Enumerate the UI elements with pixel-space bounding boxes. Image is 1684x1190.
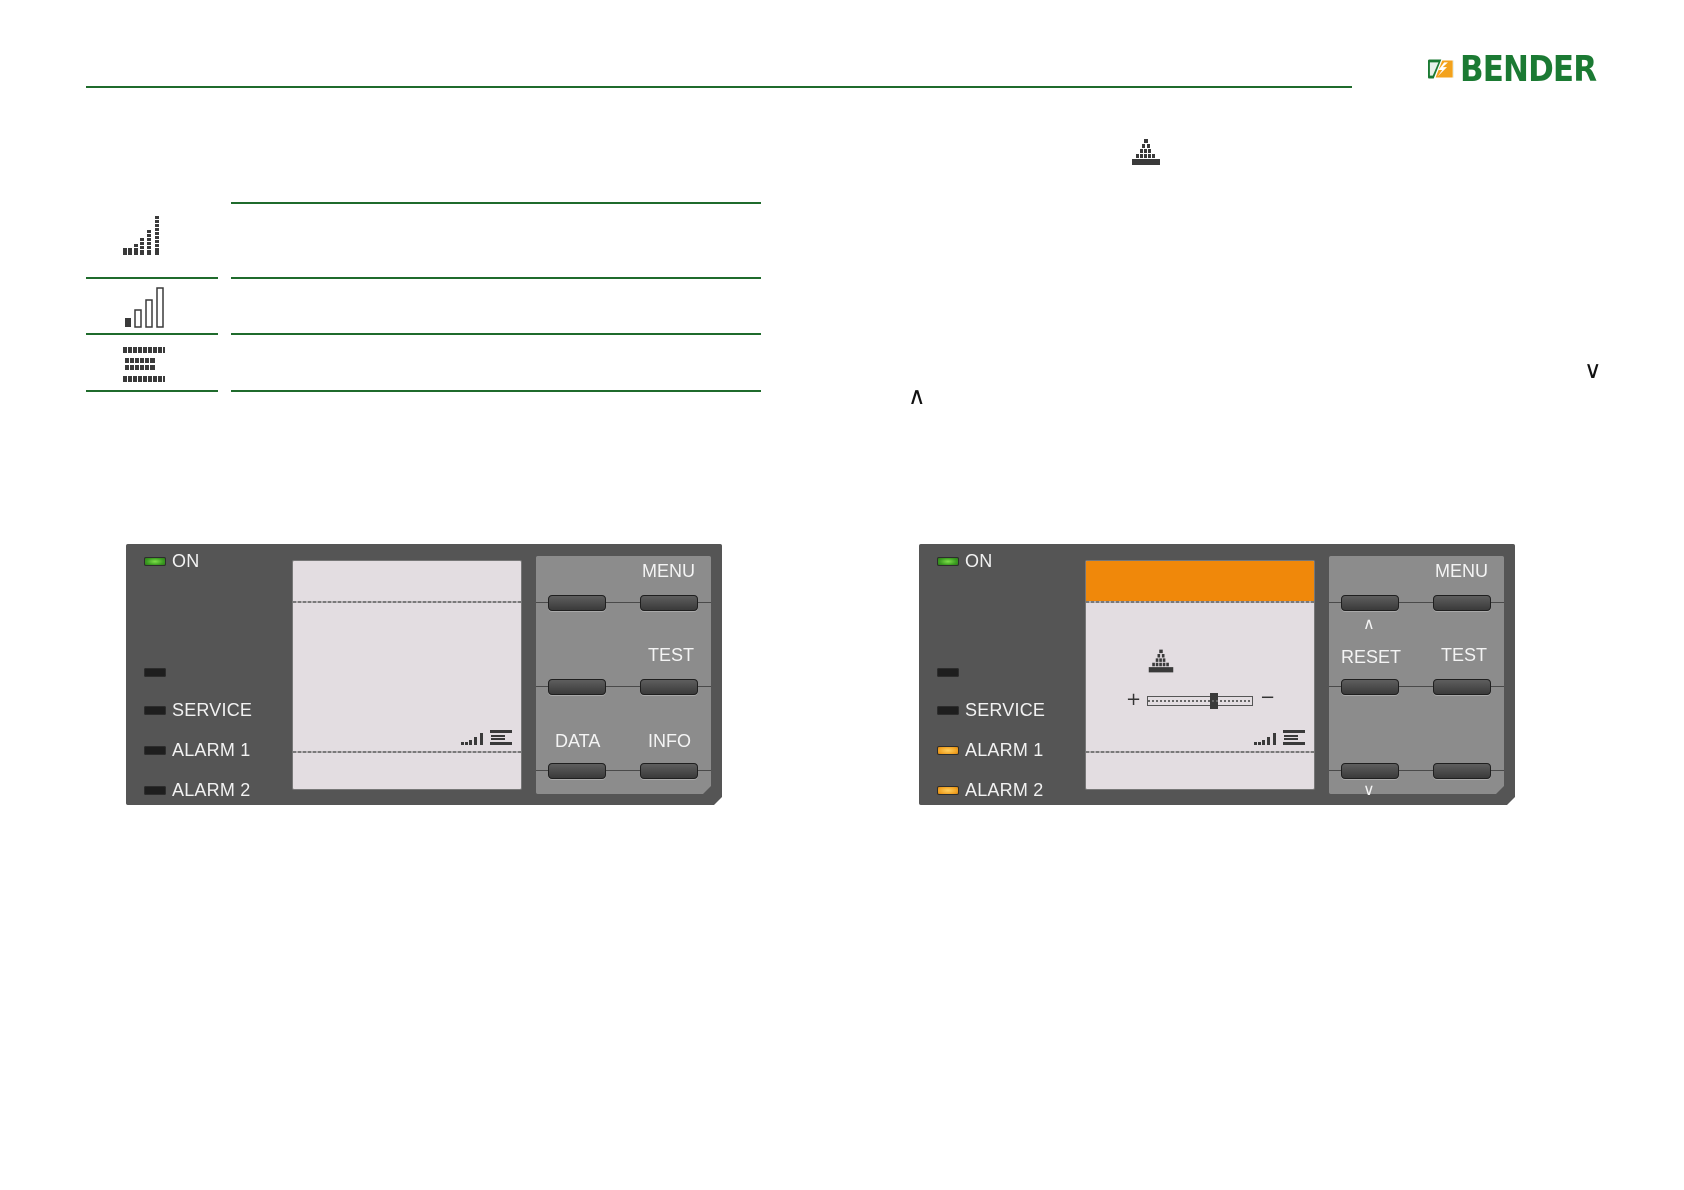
data-key-label: DATA: [555, 731, 601, 751]
lcd-grid-icon: [490, 730, 512, 745]
led-indicator-icon: [144, 785, 166, 795]
led-unlabeled: [144, 662, 172, 682]
led-indicator-icon: [144, 705, 166, 715]
led-alarm-1: ALARM 1: [144, 740, 250, 760]
test-button[interactable]: [1433, 679, 1491, 695]
led-service: SERVICE: [937, 700, 1045, 720]
key-bottom-right-button[interactable]: [1433, 763, 1491, 779]
up-button[interactable]: [1341, 595, 1399, 611]
table-rule: [86, 390, 218, 392]
lcd-plus-sign: +: [1126, 689, 1142, 710]
outline-bar-graph-icon: [125, 287, 164, 328]
menu-button[interactable]: [1433, 595, 1491, 611]
led-label: ALARM 1: [172, 739, 251, 760]
dotted-grid-icon: [123, 347, 165, 382]
led-label: ALARM 2: [965, 779, 1044, 800]
lcd-minus-sign: −: [1260, 687, 1276, 708]
led-unlabeled: [937, 662, 965, 682]
led-indicator-icon: [937, 745, 959, 755]
menu-key-label: MENU: [642, 561, 695, 581]
dotted-bar-graph-icon: [123, 216, 159, 255]
info-key-label: INFO: [648, 731, 691, 751]
table-rule: [86, 277, 218, 279]
test-key-label: TEST: [1441, 645, 1488, 665]
data-button[interactable]: [548, 763, 606, 779]
lcd-divider: [293, 601, 521, 603]
led-indicator-icon: [937, 556, 959, 566]
led-alarm-1: ALARM 1: [937, 740, 1043, 760]
lcd-alert-bar: [1086, 561, 1314, 601]
device-panel-left: ON SERVICE ALARM 1 ALARM 2 MENU TEST DAT…: [126, 544, 722, 805]
key-top-left-button[interactable]: [548, 595, 606, 611]
reset-button[interactable]: [1341, 679, 1399, 695]
lcd-signal-bars-icon: [461, 733, 483, 745]
table-rule: [231, 277, 761, 279]
led-service: SERVICE: [144, 700, 252, 720]
key-middle-left-button[interactable]: [548, 679, 606, 695]
lcd-grid-icon: [1283, 730, 1305, 745]
led-alarm-2: ALARM 2: [144, 780, 250, 800]
keypad: MENU TEST DATA INFO: [536, 556, 711, 794]
arrow-down-symbol: ∨: [1584, 356, 1602, 384]
menu-button[interactable]: [640, 595, 698, 611]
led-indicator-icon: [937, 705, 959, 715]
bender-logo-icon: [1428, 59, 1454, 79]
led-indicator-icon: [144, 745, 166, 755]
led-label: SERVICE: [172, 699, 253, 720]
brand-name: BENDER: [1459, 48, 1597, 90]
brand-logo: BENDER: [1428, 48, 1618, 90]
lcd-divider: [293, 751, 521, 753]
header-rule: [86, 86, 1352, 88]
info-button[interactable]: [640, 763, 698, 779]
led-label: ON: [965, 550, 993, 571]
test-button[interactable]: [640, 679, 698, 695]
led-on: ON: [937, 551, 992, 571]
menu-key-label: MENU: [1435, 561, 1488, 581]
led-indicator-icon: [144, 667, 166, 677]
table-rule: [231, 390, 761, 392]
lcd-display: [292, 560, 522, 790]
dotted-pyramid-icon: [1148, 649, 1174, 673]
led-alarm-2: ALARM 2: [937, 780, 1043, 800]
lcd-slider-track: [1147, 693, 1253, 709]
led-indicator-icon: [937, 785, 959, 795]
device-panel-right: ON SERVICE ALARM 1 ALARM 2 + − MENU ∧ RE…: [919, 544, 1515, 805]
lcd-display: + −: [1085, 560, 1315, 790]
down-key-label: ∨: [1363, 780, 1375, 799]
arrow-up-symbol: ∧: [908, 382, 926, 410]
test-key-label: TEST: [648, 645, 695, 665]
keypad: MENU ∧ RESET TEST ∨: [1329, 556, 1504, 798]
led-label: ON: [172, 550, 200, 571]
lcd-divider: [1086, 751, 1314, 753]
led-label: SERVICE: [965, 699, 1046, 720]
led-indicator-icon: [937, 667, 959, 677]
dotted-pyramid-icon: [1132, 139, 1160, 165]
table-rule: [86, 333, 218, 335]
lcd-divider: [1086, 601, 1314, 603]
led-on: ON: [144, 551, 199, 571]
led-label: ALARM 2: [172, 779, 251, 800]
table-rule: [231, 333, 761, 335]
down-button[interactable]: [1341, 763, 1399, 779]
table-rule-top: [231, 202, 761, 204]
reset-key-label: RESET: [1341, 647, 1402, 667]
lcd-slider-ticks: [1148, 700, 1252, 702]
led-label: ALARM 1: [965, 739, 1044, 760]
lcd-signal-bars-icon: [1254, 733, 1276, 745]
led-indicator-icon: [144, 556, 166, 566]
up-key-label: ∧: [1363, 614, 1375, 633]
